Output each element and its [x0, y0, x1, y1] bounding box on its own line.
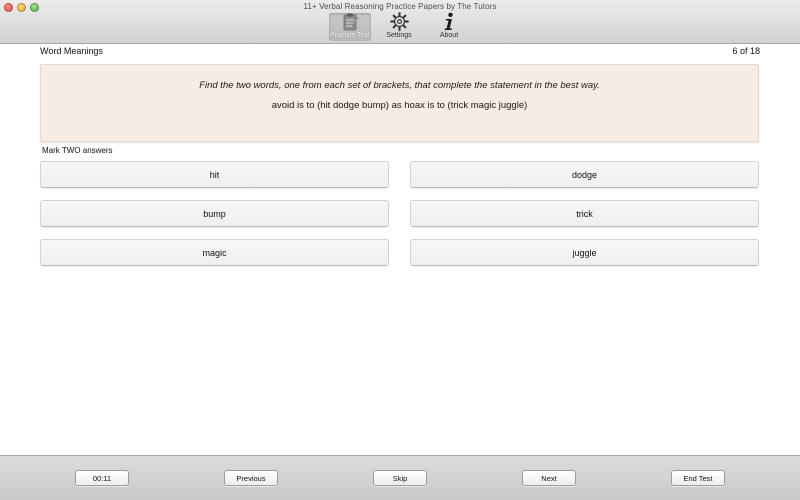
toolbar-settings[interactable]: Settings	[377, 12, 421, 41]
answer-option-trick[interactable]: trick	[410, 200, 759, 227]
toolbar-about-label: About	[439, 32, 459, 39]
skip-button[interactable]: Skip	[373, 470, 427, 486]
end-test-button[interactable]: End Test	[671, 470, 725, 486]
answer-option-hit[interactable]: hit	[40, 161, 389, 188]
window-title: 11+ Verbal Reasoning Practice Papers by …	[303, 2, 497, 11]
toolbar-practice-test[interactable]: Practice Test	[329, 13, 371, 41]
answer-option-bump[interactable]: bump	[40, 200, 389, 227]
clipboard-icon	[340, 12, 360, 31]
section-title: Word Meanings	[40, 46, 103, 56]
previous-button[interactable]: Previous	[224, 470, 278, 486]
answer-option-juggle[interactable]: juggle	[410, 239, 759, 266]
question-card: Find the two words, one from each set of…	[40, 64, 759, 142]
toolbar-about[interactable]: About	[427, 12, 471, 41]
window-titlebar: 11+ Verbal Reasoning Practice Papers by …	[0, 0, 800, 44]
toolbar: Practice Test Settings About	[329, 12, 477, 41]
toolbar-settings-label: Settings	[386, 32, 412, 39]
bottom-navigation-bar: 00:11 Previous Skip Next End Test	[0, 455, 800, 500]
question-progress: 6 of 18	[732, 46, 760, 56]
answer-option-dodge[interactable]: dodge	[410, 161, 759, 188]
gear-icon	[389, 12, 409, 31]
info-icon	[439, 12, 459, 31]
toolbar-practice-test-label: Practice Test	[330, 32, 370, 39]
next-button[interactable]: Next	[522, 470, 576, 486]
question-instruction: Find the two words, one from each set of…	[199, 80, 600, 91]
answer-option-magic[interactable]: magic	[40, 239, 389, 266]
question-statement: avoid is to (hit dodge bump) as hoax is …	[271, 100, 528, 111]
timer-button[interactable]: 00:11	[75, 470, 129, 486]
answer-prompt: Mark TWO answers	[42, 146, 113, 155]
